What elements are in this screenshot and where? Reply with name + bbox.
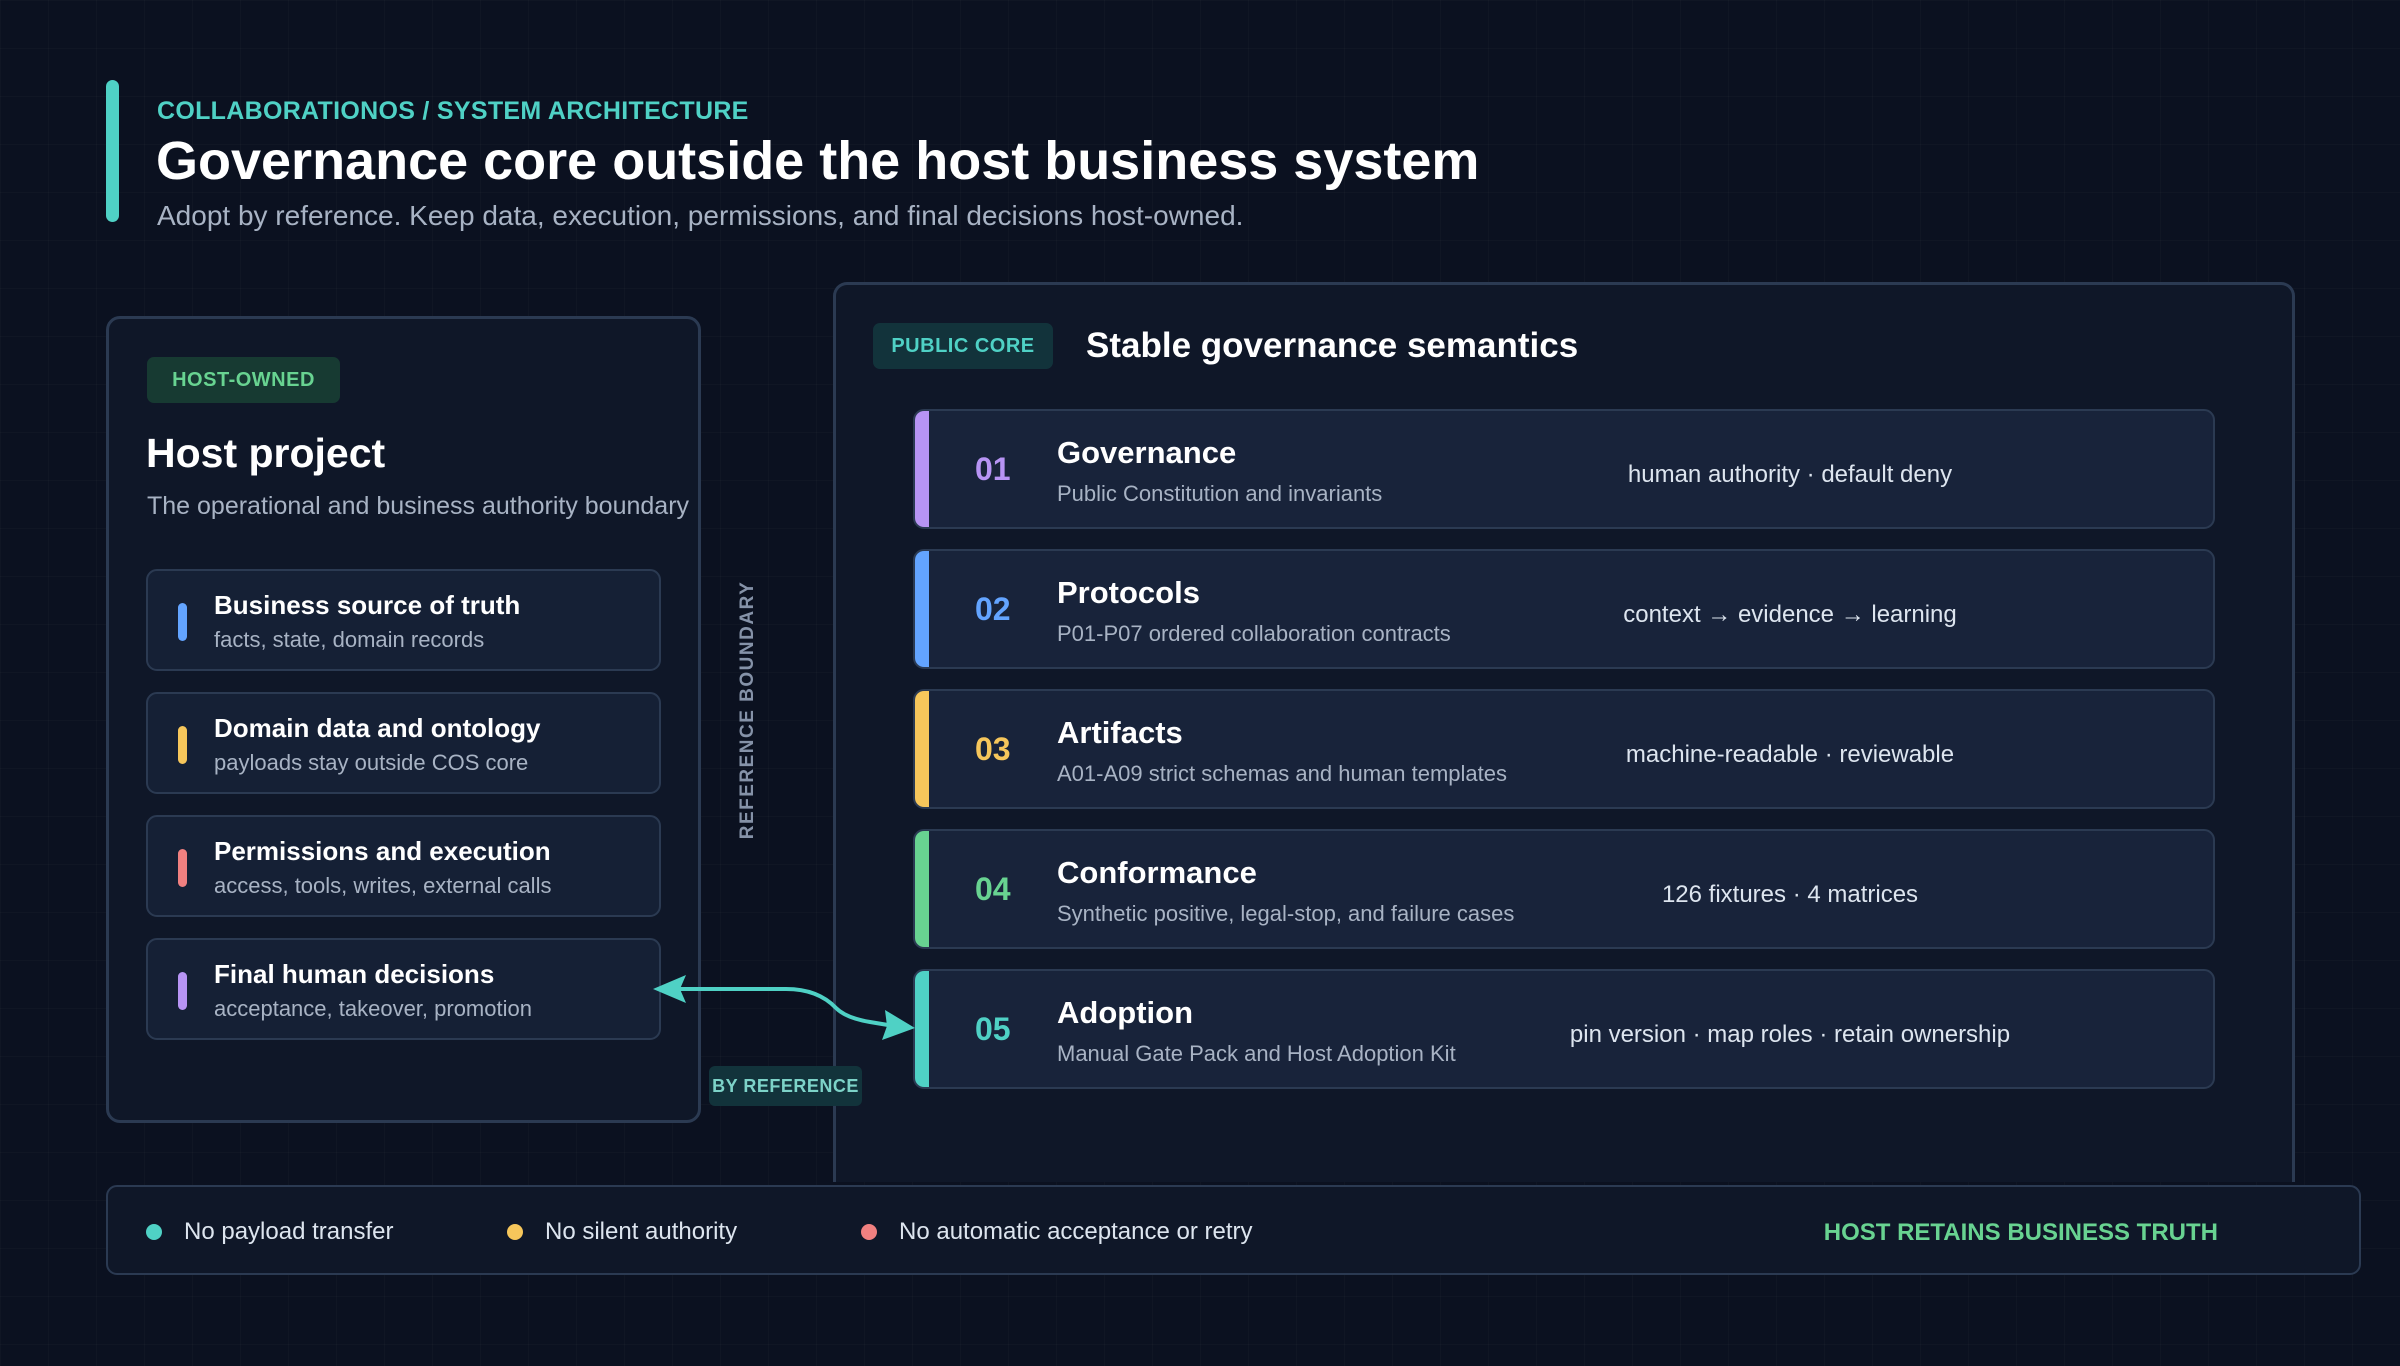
footer-bar: No payload transfer No silent authority … — [106, 1185, 2361, 1275]
footer-item-no-silent-authority: No silent authority — [545, 1218, 738, 1245]
connector-line — [678, 987, 889, 1027]
by-reference-label: BY REFERENCE — [709, 1066, 862, 1106]
footer-dot — [146, 1224, 162, 1240]
footer-item-no-payload: No payload transfer — [184, 1218, 394, 1245]
reference-connector — [653, 975, 915, 1040]
footer-item-no-auto-acceptance: No automatic acceptance or retry — [899, 1218, 1253, 1245]
arrowhead-right-icon — [882, 1010, 915, 1040]
footer-dot — [507, 1224, 523, 1240]
footer-dot — [861, 1224, 877, 1240]
footer-claim: HOST RETAINS BUSINESS TRUTH — [1823, 1219, 2218, 1246]
